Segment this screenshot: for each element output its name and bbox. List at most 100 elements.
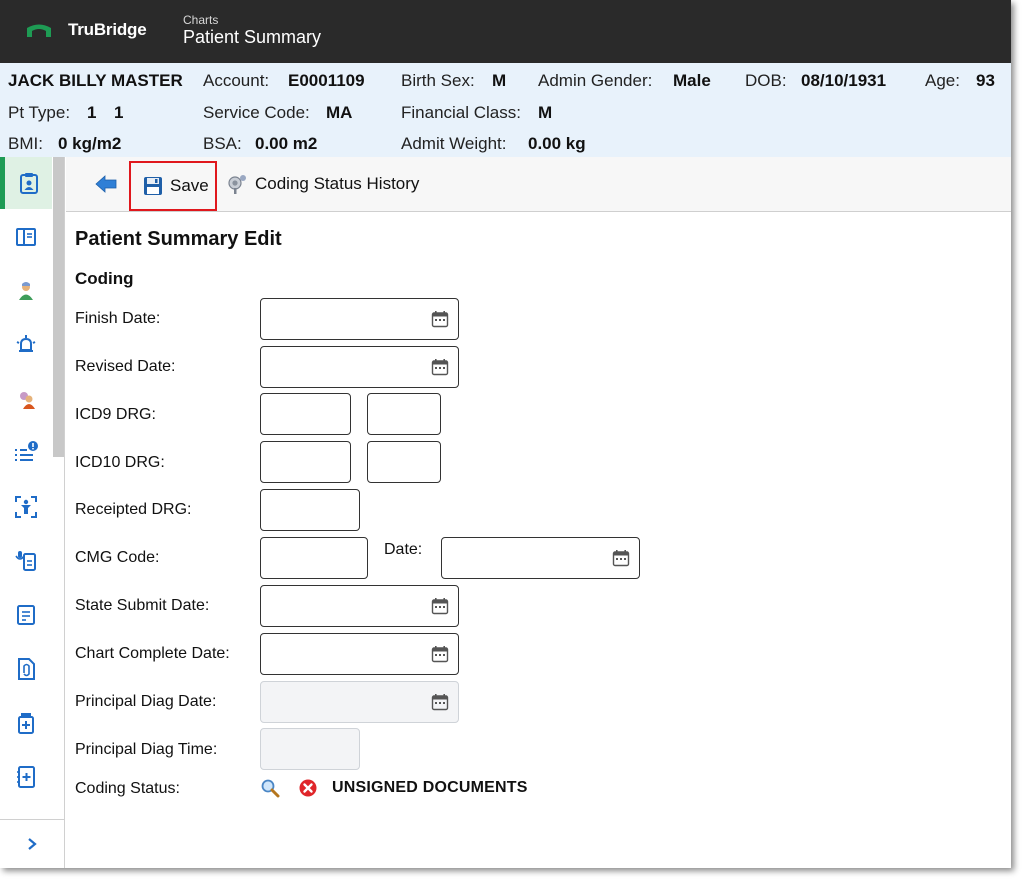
app-window: TruBridge Charts Patient Summary JACK BI… bbox=[0, 0, 1011, 868]
person-icon bbox=[19, 282, 33, 300]
revised-date-field[interactable] bbox=[260, 346, 459, 388]
patient-name: JACK BILLY MASTER bbox=[8, 71, 183, 90]
nav-allergies[interactable] bbox=[0, 373, 52, 425]
age-value: 93 bbox=[976, 71, 995, 90]
account-label: Account: bbox=[203, 71, 270, 90]
allergy-person-icon bbox=[20, 392, 35, 409]
notes-icon bbox=[17, 605, 35, 625]
icd10-drg-label: ICD10 DRG: bbox=[75, 454, 165, 471]
nav-patient-summary[interactable] bbox=[0, 157, 52, 209]
admit-weight-value: 0.00 kg bbox=[528, 134, 586, 153]
back-button[interactable] bbox=[93, 171, 119, 197]
patient-header: JACK BILLY MASTER Account: E0001109 Birt… bbox=[0, 63, 1011, 157]
nav-dictation[interactable] bbox=[0, 535, 52, 587]
medication-icon bbox=[18, 713, 34, 734]
nav-expand-button[interactable] bbox=[0, 819, 64, 867]
nav-tasks[interactable] bbox=[0, 427, 52, 479]
calendar-icon[interactable] bbox=[431, 645, 449, 663]
finish-date-label: Finish Date: bbox=[75, 310, 161, 327]
left-navigation bbox=[0, 157, 65, 868]
coding-status-label: Coding Status: bbox=[75, 780, 180, 797]
birth-sex-label: Birth Sex: bbox=[401, 71, 475, 90]
birth-sex-value: M bbox=[492, 71, 507, 90]
coding-history-icon bbox=[228, 175, 246, 194]
receipted-drg-label: Receipted DRG: bbox=[75, 501, 192, 518]
cmg-code-label: CMG Code: bbox=[75, 549, 160, 566]
error-icon[interactable] bbox=[298, 778, 318, 798]
nav-notes[interactable] bbox=[0, 589, 52, 641]
icd10-drg-field-1[interactable] bbox=[260, 441, 351, 483]
receipted-drg-field[interactable] bbox=[260, 489, 360, 531]
icd9-drg-field-2[interactable] bbox=[367, 393, 441, 435]
coding-status-row: UNSIGNED DOCUMENTS bbox=[260, 778, 528, 798]
state-submit-date-label: State Submit Date: bbox=[75, 597, 210, 614]
nav-person[interactable] bbox=[0, 265, 52, 317]
nav-add-document[interactable] bbox=[0, 751, 52, 803]
chart-complete-date-label: Chart Complete Date: bbox=[75, 645, 230, 662]
top-bar: TruBridge Charts Patient Summary bbox=[0, 0, 1011, 63]
icd9-drg-label: ICD9 DRG: bbox=[75, 406, 156, 423]
toolbar: Save Coding Status History bbox=[66, 157, 1011, 212]
coding-status-history-button[interactable]: Coding Status History bbox=[226, 171, 419, 197]
save-button[interactable]: Save bbox=[129, 161, 217, 211]
chart-complete-date-field[interactable] bbox=[260, 633, 459, 675]
layout-panel-icon bbox=[16, 228, 36, 246]
save-icon bbox=[144, 177, 162, 195]
age-label: Age: bbox=[925, 71, 960, 90]
admin-gender-label: Admin Gender: bbox=[538, 71, 653, 90]
nav-medications[interactable] bbox=[0, 697, 52, 749]
page-header-title: Patient Summary bbox=[183, 27, 322, 47]
principal-diag-time-label: Principal Diag Time: bbox=[75, 741, 218, 758]
financial-class-label: Financial Class: bbox=[401, 103, 521, 122]
icd10-drg-field-2[interactable] bbox=[367, 441, 441, 483]
nav-alerts[interactable] bbox=[0, 319, 52, 371]
calendar-icon[interactable] bbox=[431, 310, 449, 328]
dob-label: DOB: bbox=[745, 71, 787, 90]
nav-vitals[interactable] bbox=[0, 481, 52, 533]
nav-scrollbar[interactable] bbox=[53, 157, 64, 457]
pt-type-label: Pt Type: bbox=[8, 103, 71, 122]
finish-date-field[interactable] bbox=[260, 298, 459, 340]
cmg-code-field[interactable] bbox=[260, 537, 368, 579]
calendar-icon[interactable] bbox=[431, 358, 449, 376]
attachment-icon bbox=[18, 658, 35, 680]
cmg-date-label: Date: bbox=[384, 541, 423, 558]
patient-summary-icon bbox=[19, 173, 38, 194]
admit-weight-label: Admit Weight: bbox=[401, 134, 507, 153]
cmg-date-field[interactable] bbox=[441, 537, 640, 579]
nav-layout[interactable] bbox=[0, 211, 52, 263]
calendar-icon[interactable] bbox=[612, 549, 630, 567]
task-list-icon bbox=[15, 441, 38, 461]
nav-attachments[interactable] bbox=[0, 643, 52, 695]
financial-class-value: M bbox=[538, 103, 553, 122]
pt-type-value: 1 bbox=[87, 103, 97, 122]
service-code-label: Service Code: bbox=[203, 103, 310, 122]
save-button-label: Save bbox=[170, 176, 209, 195]
page-title: Patient Summary Edit bbox=[75, 228, 282, 250]
service-code-value: MA bbox=[326, 103, 353, 122]
vitals-icon bbox=[15, 496, 37, 518]
coding-status-value: UNSIGNED DOCUMENTS bbox=[332, 779, 528, 796]
state-submit-date-field[interactable] bbox=[260, 585, 459, 627]
alarm-icon bbox=[16, 335, 36, 352]
coding-status-history-label: Coding Status History bbox=[255, 174, 420, 193]
principal-diag-time-field bbox=[260, 728, 360, 770]
add-document-icon bbox=[17, 766, 35, 788]
chevron-right-icon bbox=[28, 837, 37, 850]
trubridge-logo-icon bbox=[27, 24, 51, 37]
patient-summary-edit-form: Patient Summary Edit Coding Finish Date:… bbox=[66, 213, 1011, 868]
revised-date-label: Revised Date: bbox=[75, 358, 176, 375]
dob-value: 08/10/1931 bbox=[801, 71, 887, 90]
brand-name: TruBridge bbox=[68, 20, 147, 39]
search-icon[interactable] bbox=[260, 778, 280, 798]
section-title: Coding bbox=[75, 269, 134, 288]
bsa-value: 0.00 m2 bbox=[255, 134, 318, 153]
principal-diag-date-field bbox=[260, 681, 459, 723]
bsa-label: BSA: bbox=[203, 134, 242, 153]
account-value: E0001109 bbox=[288, 71, 365, 90]
calendar-icon[interactable] bbox=[431, 597, 449, 615]
calendar-icon bbox=[431, 694, 449, 711]
icd9-drg-field-1[interactable] bbox=[260, 393, 351, 435]
dictation-icon bbox=[15, 551, 36, 571]
breadcrumb[interactable]: Charts bbox=[183, 13, 218, 27]
